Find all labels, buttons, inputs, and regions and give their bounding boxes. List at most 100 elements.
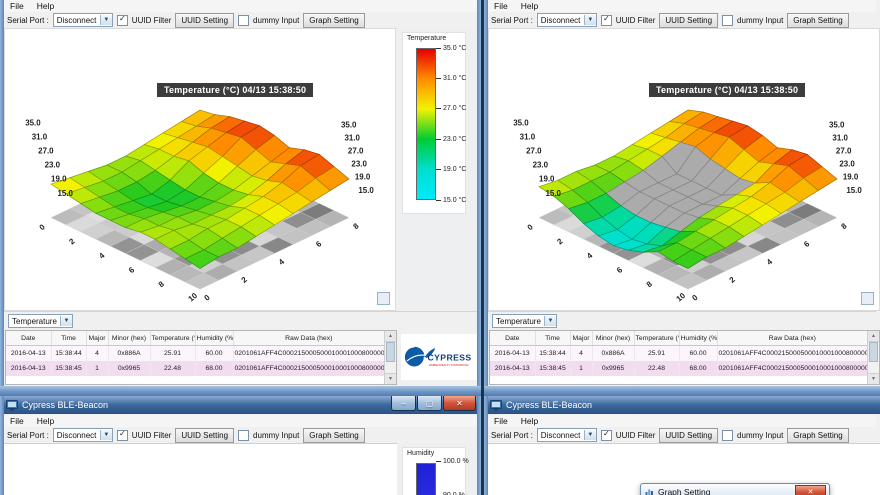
dialog-titlebar[interactable]: Graph Setting ✕: [641, 484, 829, 495]
close-icon: ✕: [808, 488, 814, 495]
table-header-cell[interactable]: Date: [490, 331, 535, 346]
axis-tick-label: 4: [765, 257, 775, 267]
axis-tick-label: 8: [157, 279, 167, 289]
scroll-up-icon[interactable]: ▲: [385, 331, 396, 342]
check-icon: ✓: [603, 430, 610, 438]
maximize-button[interactable]: ▢: [417, 396, 442, 411]
table-cell: 0201061AFF4C0002150005000100010008000008…: [717, 361, 868, 376]
menu-help[interactable]: Help: [521, 1, 538, 11]
dummy-input-checkbox[interactable]: [238, 430, 249, 441]
scrollbar-thumb[interactable]: [869, 342, 878, 362]
table-cell: 15:38:44: [51, 346, 86, 362]
temperature-surface-plot-right[interactable]: 35.035.031.031.027.027.023.023.019.019.0…: [488, 28, 880, 311]
table-header-cell[interactable]: Minor (hex): [592, 331, 634, 346]
window-ble-beacon-bottom-left: Cypress BLE-Beacon – ▢ ✕ FileHelp Serial…: [0, 396, 481, 495]
minimize-button[interactable]: –: [391, 396, 416, 411]
dialog-close-button[interactable]: ✕: [795, 485, 826, 495]
menu-file[interactable]: File: [494, 416, 508, 426]
table-header-cell[interactable]: Minor (hex): [108, 331, 150, 346]
plot-title-overlay: Temperature (°C) 04/13 15:38:50: [157, 83, 313, 97]
graph-setting-button[interactable]: Graph Setting: [787, 13, 848, 28]
uuid-filter-checkbox[interactable]: ✓: [117, 15, 128, 26]
table-header-cell[interactable]: Temperature (°C): [150, 331, 195, 346]
axis-tick-label: 2: [240, 275, 250, 285]
table-header-cell[interactable]: Major: [570, 331, 592, 346]
table-cell: 0201061AFF4C0002150005000100010008000008…: [233, 361, 385, 376]
serial-port-select[interactable]: Disconnect▼: [53, 13, 113, 27]
table-header-cell[interactable]: Date: [6, 331, 51, 346]
toolbar: Serial Port :Disconnect▼✓UUID FilterUUID…: [488, 427, 876, 444]
graph-setting-button[interactable]: Graph Setting: [303, 13, 364, 28]
colorbar-tick-label: 35.0 °C: [436, 44, 466, 52]
window-border: [484, 396, 488, 495]
table-cell: 0x9965: [108, 361, 150, 376]
table-scrollbar[interactable]: ▲ ▼: [867, 331, 879, 384]
axis-tick-label: 31.0: [32, 132, 48, 141]
dummy-input-checkbox[interactable]: [722, 15, 733, 26]
table-header-cell[interactable]: Raw Data (hex): [717, 331, 868, 346]
graph-type-select[interactable]: Temperature ▼: [492, 314, 557, 328]
graph-setting-button[interactable]: Graph Setting: [303, 428, 364, 443]
serial-port-value: Disconnect: [57, 16, 97, 25]
table-row[interactable]: 2016-04-1315:38:4510x996522.4868.0002010…: [6, 361, 385, 376]
table-cell: 1: [570, 361, 592, 376]
axis-tick-label: 4: [97, 251, 107, 261]
table-cell: 60.00: [679, 346, 717, 362]
toolbar: Serial Port :Disconnect▼✓UUID FilterUUID…: [4, 427, 477, 444]
uuid-setting-button[interactable]: UUID Setting: [659, 428, 718, 443]
table-row[interactable]: 2016-04-1315:38:4440x886A25.9160.0002010…: [6, 346, 385, 362]
window-title: Cypress BLE-Beacon: [22, 400, 108, 410]
scroll-down-icon[interactable]: ▼: [385, 373, 396, 384]
table-row[interactable]: 2016-04-1315:38:4510x996522.4868.0002010…: [490, 361, 868, 376]
table-header-cell[interactable]: Time: [535, 331, 570, 346]
graph-type-value: Temperature: [12, 317, 57, 326]
menu-help[interactable]: Help: [37, 416, 54, 426]
chevron-down-icon: ▼: [584, 430, 596, 440]
axis-tick-label: 31.0: [344, 133, 360, 142]
uuid-setting-button[interactable]: UUID Setting: [175, 428, 234, 443]
menu-help[interactable]: Help: [521, 416, 538, 426]
dummy-input-checkbox[interactable]: [722, 430, 733, 441]
axis-tick-label: 15.0: [545, 189, 561, 198]
menu-help[interactable]: Help: [37, 1, 54, 11]
uuid-filter-checkbox[interactable]: ✓: [117, 430, 128, 441]
title-bar[interactable]: Cypress BLE-Beacon: [484, 396, 880, 414]
scroll-up-icon[interactable]: ▲: [868, 331, 879, 342]
temperature-surface-plot-left[interactable]: 35.035.031.031.027.027.023.023.019.019.0…: [4, 28, 396, 311]
axis-tick-label: 31.0: [520, 132, 536, 141]
uuid-filter-checkbox[interactable]: ✓: [601, 430, 612, 441]
resize-grip-icon[interactable]: [861, 292, 874, 305]
dummy-input-checkbox[interactable]: [238, 15, 249, 26]
menu-file[interactable]: File: [494, 1, 508, 11]
uuid-filter-checkbox[interactable]: ✓: [601, 15, 612, 26]
axis-tick-label: 0: [38, 222, 48, 232]
close-button[interactable]: ✕: [443, 396, 476, 411]
colorbar-tick-label: 100.0 %: [436, 457, 469, 465]
graph-setting-button[interactable]: Graph Setting: [787, 428, 848, 443]
uuid-setting-button[interactable]: UUID Setting: [175, 13, 234, 28]
table-scrollbar[interactable]: ▲ ▼: [384, 331, 396, 384]
table-header-cell[interactable]: Major: [86, 331, 108, 346]
table-header-cell[interactable]: Humidity (%): [195, 331, 233, 346]
table-header-cell[interactable]: Time: [51, 331, 86, 346]
table-header-cell[interactable]: Humidity (%): [679, 331, 717, 346]
serial-port-select[interactable]: Disconnect▼: [537, 428, 597, 442]
table-row[interactable]: 2016-04-1315:38:4440x886A25.9160.0002010…: [490, 346, 868, 362]
axis-tick-label: 0: [526, 222, 536, 232]
table-header-cell[interactable]: Raw Data (hex): [233, 331, 385, 346]
scroll-down-icon[interactable]: ▼: [868, 373, 879, 384]
serial-port-select[interactable]: Disconnect▼: [537, 13, 597, 27]
table-cell: 4: [570, 346, 592, 362]
close-icon: ✕: [456, 399, 463, 408]
menu-file[interactable]: File: [10, 416, 24, 426]
uuid-setting-button[interactable]: UUID Setting: [659, 13, 718, 28]
cypress-logo-text: CYPRESS: [427, 352, 471, 362]
temperature-colorbar: Temperature35.0 °C31.0 °C27.0 °C23.0 °C1…: [402, 32, 466, 214]
resize-grip-icon[interactable]: [377, 292, 390, 305]
serial-port-select[interactable]: Disconnect▼: [53, 428, 113, 442]
table-header-cell[interactable]: Temperature (°C): [634, 331, 679, 346]
graph-type-select[interactable]: Temperature ▼: [8, 314, 73, 328]
cypress-logo: CYPRESS EMBEDDED IN TOMORROW: [401, 334, 477, 380]
menu-file[interactable]: File: [10, 1, 24, 11]
scrollbar-thumb[interactable]: [386, 342, 395, 362]
